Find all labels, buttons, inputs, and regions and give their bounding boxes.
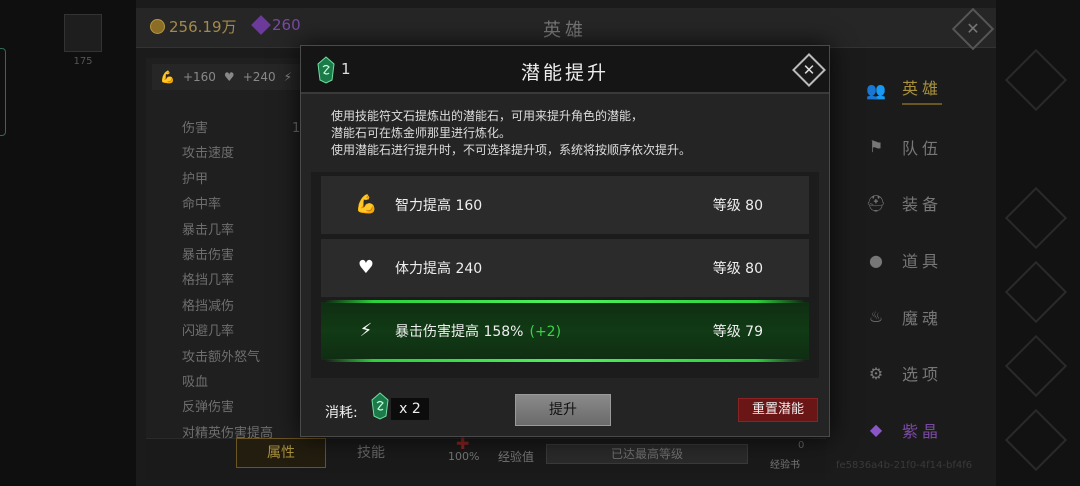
- deco-diamond: [1004, 48, 1068, 112]
- menu-item-label: 装备: [902, 195, 943, 215]
- side-menu: 👥 英雄 ⚑ 队伍 ⛑ 装备 ● 道具 ♨ 魔魂 ⚙ 选项 ◆ 紫晶: [860, 62, 960, 458]
- left-rail: [0, 0, 136, 486]
- highlight-glow-bottom: [325, 359, 805, 362]
- stat-item: 反弹伤害: [182, 400, 235, 416]
- tab-attributes[interactable]: 属性: [236, 438, 326, 468]
- menu-item-crystal[interactable]: ◆ 紫晶: [860, 402, 960, 459]
- hero-portrait[interactable]: [64, 14, 102, 52]
- stat-item: 闪避几率: [182, 324, 235, 340]
- stat-item: 攻击速度: [182, 146, 235, 162]
- reset-potential-button[interactable]: 重置潜能: [738, 398, 818, 422]
- potential-name-text: 智力提高 160: [395, 198, 483, 214]
- coin-icon: [150, 19, 165, 34]
- menu-item-equipment[interactable]: ⛑ 装备: [860, 175, 960, 232]
- dialog-title: 潜能提升: [520, 62, 609, 84]
- gold-amount: 256.19万: [169, 18, 237, 36]
- gem-amount: 260: [272, 16, 301, 34]
- description-line: 潜能石可在炼金师那里进行炼化。: [331, 126, 512, 140]
- deco-diamond: [1004, 334, 1068, 398]
- gem-icon: [251, 15, 271, 35]
- heart-icon: ♥: [357, 257, 375, 278]
- potential-stone-icon: [371, 392, 389, 420]
- menu-item-hero[interactable]: 👥 英雄: [860, 62, 960, 119]
- potential-name: 体力提高 240: [395, 258, 482, 278]
- potential-level: 等级 80: [712, 261, 763, 277]
- flame-icon: ♨: [868, 307, 888, 327]
- version-string: fe5836a4b-21f0-4f14-bf4f6: [836, 460, 973, 471]
- cost-amount: x 2: [391, 398, 429, 420]
- potential-name: 智力提高 160: [395, 195, 482, 215]
- gem-counter: 260: [251, 15, 301, 35]
- potential-level: 等级 80: [712, 198, 763, 214]
- cost-label: 消耗:: [325, 405, 358, 421]
- tab-skills[interactable]: 技能: [336, 438, 406, 468]
- deco-diamond: [1004, 186, 1068, 250]
- deco-diamond: [1004, 260, 1068, 324]
- stat-summary: 💪 +160 ♥ +240 ⚡: [152, 64, 302, 90]
- deco-diamond: [1004, 408, 1068, 472]
- stat-summary-strength: +160: [182, 70, 216, 84]
- upgrade-button[interactable]: 提升: [515, 394, 611, 426]
- menu-item-label: 队伍: [902, 138, 943, 158]
- stat-item: 伤害: [182, 121, 209, 136]
- hero-icon: 👥: [866, 80, 890, 100]
- potential-row-intelligence: 💪 智力提高 160 等级 80: [311, 176, 819, 234]
- heart-icon: ♥: [223, 70, 235, 84]
- stat-item: 格挡几率: [182, 273, 235, 289]
- menu-item-options[interactable]: ⚙ 选项: [860, 345, 960, 402]
- menu-item-team[interactable]: ⚑ 队伍: [860, 119, 960, 176]
- menu-item-label: 紫晶: [902, 421, 943, 441]
- description-line: 使用技能符文石提炼出的潜能石，可用来提升角色的潜能，: [331, 109, 644, 123]
- lightning-icon: ⚡: [283, 70, 293, 84]
- menu-item-label: 英雄: [902, 75, 943, 106]
- potential-upgrade-dialog: 1 潜能提升 ✕ 使用技能符文石提炼出的潜能石，可用来提升角色的潜能， 潜能石可…: [300, 45, 830, 437]
- potential-name: 暴击伤害提高 158% (+2): [395, 321, 561, 341]
- stat-list: 伤害 攻击速度 护甲 命中率 暴击几率 暴击伤害 格挡几率 格挡减伤 闪避几率 …: [182, 116, 273, 446]
- gear-icon: ⚙: [868, 363, 888, 383]
- close-icon: ✕: [966, 19, 980, 38]
- potential-row-stamina: ♥ 体力提高 240 等级 80: [311, 239, 819, 297]
- percent-value: 100%: [448, 450, 480, 463]
- exp-book-count: 0: [798, 440, 805, 451]
- page-title: 英雄: [543, 20, 587, 41]
- stat-item: 护甲: [182, 171, 209, 187]
- stat-item: 格挡减伤: [182, 298, 235, 314]
- dialog-description: 使用技能符文石提炼出的潜能石，可用来提升角色的潜能， 潜能石可在炼金师那里进行炼…: [331, 108, 811, 159]
- crystal-icon: ◆: [869, 420, 887, 440]
- stat-item: 吸血: [182, 374, 209, 390]
- menu-item-items[interactable]: ● 道具: [860, 232, 960, 289]
- gold-counter: 256.19万: [150, 16, 237, 37]
- strength-icon: 💪: [160, 70, 175, 84]
- potential-list: 💪 智力提高 160 等级 80 ♥ 体力提高 240 等级 80 ⚡ 暴击伤害…: [311, 172, 819, 378]
- stat-item: 暴击伤害: [182, 247, 235, 263]
- exp-label: 经验值: [498, 450, 535, 464]
- description-line: 使用潜能石进行提升时，不可选择提升项，系统将按顺序依次提升。: [331, 143, 692, 157]
- close-icon: ✕: [802, 61, 816, 79]
- lightning-icon: ⚡: [359, 320, 373, 341]
- stat-summary-stamina: +240: [242, 70, 276, 84]
- menu-item-soul[interactable]: ♨ 魔魂: [860, 288, 960, 345]
- strength-icon: 💪: [355, 194, 378, 215]
- stat-item: 暴击几率: [182, 222, 235, 238]
- highlight-glow-top: [325, 300, 805, 303]
- potential-name-text: 体力提高 240: [395, 261, 483, 277]
- menu-item-label: 魔魂: [902, 308, 943, 328]
- menu-item-label: 选项: [902, 365, 943, 385]
- exp-book-button[interactable]: 经验书: [770, 456, 800, 471]
- stat-item: 命中率: [182, 197, 222, 213]
- dialog-header: 1 潜能提升 ✕: [301, 46, 829, 94]
- exp-bar: 已达最高等级: [546, 444, 748, 464]
- flag-icon: ⚑: [868, 137, 888, 157]
- left-drawer-handle[interactable]: [0, 48, 6, 136]
- right-decoration: [996, 0, 1080, 486]
- hero-portrait-level: 175: [73, 56, 93, 67]
- potential-bonus: (+2): [529, 324, 562, 340]
- potential-name-text: 暴击伤害提高 158%: [395, 324, 524, 340]
- bag-icon: ●: [869, 250, 887, 270]
- stat-item: 攻击额外怒气: [182, 349, 261, 365]
- menu-item-label: 道具: [902, 252, 943, 272]
- potential-row-crit-damage: ⚡ 暴击伤害提高 158% (+2) 等级 79: [311, 300, 819, 362]
- helmet-icon: ⛑: [865, 193, 891, 213]
- potential-level: 等级 79: [712, 324, 763, 340]
